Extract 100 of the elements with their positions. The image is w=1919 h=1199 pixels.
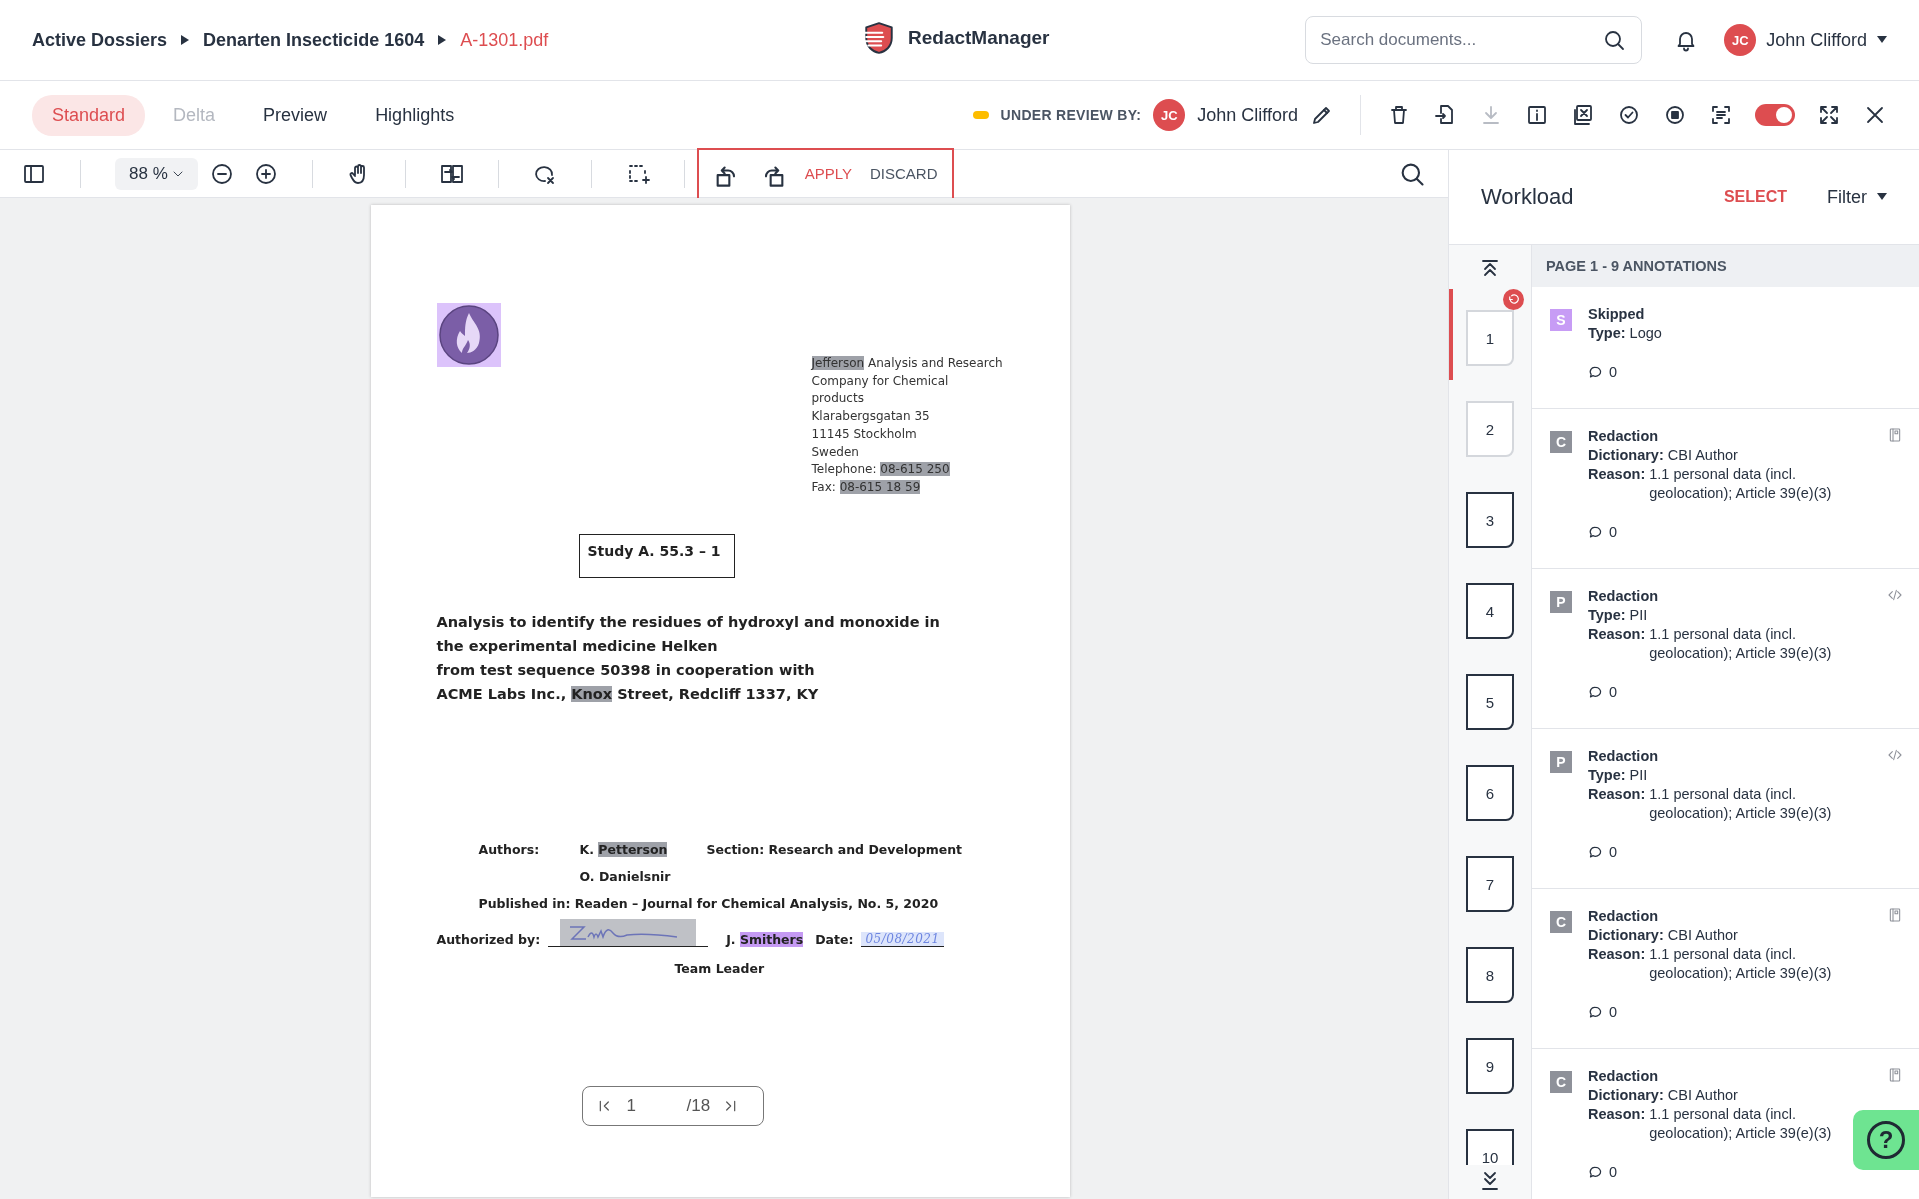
authorized-label: Authorized by: (436, 932, 541, 948)
scan-icon[interactable] (1709, 103, 1733, 127)
field-value: 1.1 personal data (incl. geolocation); Article 39(e)(3) (1649, 625, 1833, 663)
field-value: Logo (1629, 324, 1663, 343)
title-line: Analysis to identify the residues of hydroxyl and monoxide in (436, 612, 941, 632)
filter-dropdown[interactable]: Filter (1827, 186, 1887, 208)
authors-label: Authors: (478, 842, 541, 858)
chevron-right-icon (438, 35, 447, 45)
review-status: UNDER REVIEW BY: (1000, 107, 1142, 123)
page-thumbnail[interactable]: 9 (1466, 1038, 1514, 1094)
check-circle-icon[interactable] (1617, 103, 1641, 127)
thumbnail-slot[interactable]: 3 (1449, 471, 1531, 562)
annotation-card[interactable]: P Redaction Type: PII Reason: 1.1 personal data (incl. geolocation); Article 39(e)(3) 0 (1532, 729, 1919, 889)
page-thumbnail[interactable]: 10 (1466, 1129, 1514, 1165)
thumbnail-slot[interactable]: 1 (1449, 289, 1531, 380)
page-thumbnail[interactable]: 3 (1466, 492, 1514, 548)
thumbnail-slot[interactable]: 5 (1449, 653, 1531, 744)
x-square-icon[interactable] (1571, 103, 1595, 127)
comment-count: 0 (1609, 843, 1618, 862)
thumbnail-slot[interactable]: 4 (1449, 562, 1531, 653)
comment-count: 0 (1609, 1163, 1618, 1182)
annotation-card[interactable]: C Redaction Dictionary: CBI Author Reason: 1.1 personal data (incl. geolocation); Article 39(e)(3) 0 (1532, 889, 1919, 1049)
thumbnail-slot[interactable]: 7 (1449, 835, 1531, 926)
zoom-in-icon[interactable] (253, 161, 278, 186)
author-name: O. Danielsnir (579, 869, 672, 885)
page-thumbnail[interactable]: 8 (1466, 947, 1514, 1003)
view-tab[interactable]: Highlights (355, 94, 475, 136)
thumbnail-slot[interactable]: 8 (1449, 926, 1531, 1017)
thumbnail-slot[interactable]: 10 (1449, 1108, 1531, 1165)
page-input[interactable]: 1 (624, 1095, 675, 1118)
select-button[interactable]: SELECT (1723, 188, 1787, 206)
discard-button[interactable]: DISCARD (870, 165, 938, 182)
breadcrumb-link[interactable]: Denarten Insecticide 1604 (203, 29, 425, 51)
user-avatar: JC (1724, 24, 1757, 56)
address-line: Company for Chemical (811, 372, 950, 390)
zoom-dropdown[interactable]: 88 % (115, 157, 198, 190)
comment-icon[interactable] (1588, 685, 1603, 700)
study-label: Study A. 55.3 – 1 (578, 533, 735, 578)
page-thumbnail[interactable]: 2 (1466, 401, 1514, 457)
field-label: Dictionary: (1588, 446, 1664, 465)
date-label: Date: (815, 932, 854, 948)
thumbnail-slot[interactable]: 6 (1449, 744, 1531, 835)
field-value: 1.1 personal data (incl. geolocation); Article 39(e)(3) (1649, 1105, 1833, 1143)
annotation-card[interactable]: P Redaction Type: PII Reason: 1.1 personal data (incl. geolocation); Article 39(e)(3) 0 (1532, 569, 1919, 729)
annotation-title: Redaction (1588, 587, 1660, 606)
type-badge: C (1550, 431, 1572, 453)
toggle-switch[interactable] (1755, 104, 1795, 126)
panel-title: Workload (1481, 184, 1575, 210)
fullscreen-icon[interactable] (1817, 103, 1841, 127)
app-name: RedactManager (908, 27, 1050, 49)
page-thumbnail[interactable]: 1 (1466, 310, 1514, 366)
field-value: PII (1629, 606, 1649, 625)
apply-button[interactable]: APPLY (804, 165, 852, 182)
chevron-right-icon (181, 35, 190, 45)
type-badge: S (1550, 309, 1572, 331)
field-value: 1.1 personal data (incl. geolocation); Article 39(e)(3) (1649, 465, 1833, 503)
search-field[interactable]: Search documents... (1305, 16, 1643, 64)
help-button[interactable]: ? (1853, 1110, 1919, 1170)
code-icon (1887, 747, 1903, 763)
comment-icon[interactable] (1588, 365, 1603, 380)
annotation-title: Redaction (1588, 907, 1660, 926)
page-thumbnail[interactable]: 5 (1466, 674, 1514, 730)
page-thumbnail[interactable]: 6 (1466, 765, 1514, 821)
comment-icon[interactable] (1588, 845, 1603, 860)
page-thumbnail[interactable]: 7 (1466, 856, 1514, 912)
address-line: products (811, 390, 865, 408)
user-name[interactable]: John Clifford (1766, 29, 1867, 51)
section-text: Section: Research and Development (706, 842, 964, 858)
zoom-out-icon[interactable] (209, 161, 234, 186)
field-label: Reason: (1588, 465, 1646, 484)
field-label: Dictionary: (1588, 926, 1664, 945)
field-value: CBI Author (1667, 1086, 1739, 1105)
title-line: from test sequence 50398 in cooperation with (436, 661, 816, 681)
thumbnail-slot[interactable]: 2 (1449, 380, 1531, 471)
role-text: Team Leader (674, 961, 766, 977)
type-badge: C (1550, 911, 1572, 933)
comment-icon[interactable] (1588, 1165, 1603, 1180)
comment-icon[interactable] (1588, 1005, 1603, 1020)
annotation-card[interactable]: S Skipped Type: Logo 0 (1532, 287, 1919, 409)
address-line: Sweden (811, 443, 860, 461)
book-icon (1887, 907, 1903, 923)
breadcrumb-link[interactable]: Active Dossiers (32, 29, 168, 51)
comment-count: 0 (1609, 1003, 1618, 1022)
field-value: CBI Author (1667, 926, 1739, 945)
info-icon[interactable] (1525, 103, 1549, 127)
comment-count: 0 (1609, 683, 1618, 702)
breadcrumb-link[interactable]: A-1301.pdf (460, 29, 549, 51)
thumbnail-slot[interactable]: 9 (1449, 1017, 1531, 1108)
flame-logo-drawing (436, 303, 501, 367)
stop-circle-icon[interactable] (1663, 103, 1687, 127)
field-value: PII (1629, 766, 1649, 785)
address-line: Fax: 08-615 18 59 (811, 478, 922, 496)
annotation-card[interactable]: C Redaction Dictionary: CBI Author Reason: 1.1 personal data (incl. geolocation); Article 39(e)(3) 0 (1532, 409, 1919, 569)
view-tab[interactable]: Preview (243, 94, 348, 136)
publication-text: Published in: Readen – Journal for Chemical Analysis, No. 5, 2020 (478, 896, 940, 912)
page-thumbnail[interactable]: 4 (1466, 583, 1514, 639)
field-label: Reason: (1588, 945, 1646, 964)
comment-icon[interactable] (1588, 525, 1603, 540)
annotation-title: Redaction (1588, 1067, 1660, 1086)
field-value: 1.1 personal data (incl. geolocation); Article 39(e)(3) (1649, 785, 1833, 823)
